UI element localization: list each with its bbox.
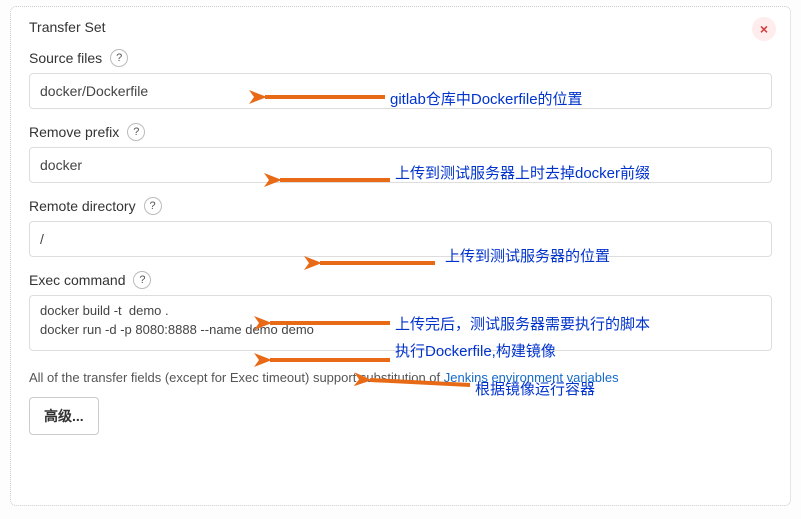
remove-prefix-label: Remove prefix (29, 124, 119, 140)
help-icon[interactable]: ? (127, 123, 145, 141)
field-exec-command: Exec command ? (29, 271, 772, 354)
footnote: All of the transfer fields (except for E… (29, 370, 772, 385)
advanced-button[interactable]: 高级... (29, 397, 99, 435)
exec-command-label: Exec command (29, 272, 125, 288)
close-icon: × (760, 21, 768, 37)
transfer-set-panel: × Transfer Set Source files ? Remove pre… (10, 6, 791, 506)
field-remote-directory: Remote directory ? (29, 197, 772, 257)
exec-command-input[interactable] (29, 295, 772, 351)
footnote-text: All of the transfer fields (except for E… (29, 370, 444, 385)
panel-title: Transfer Set (29, 19, 772, 35)
source-files-input[interactable] (29, 73, 772, 109)
field-source-files: Source files ? (29, 49, 772, 109)
source-files-label: Source files (29, 50, 102, 66)
close-button[interactable]: × (752, 17, 776, 41)
remote-directory-input[interactable] (29, 221, 772, 257)
help-icon[interactable]: ? (144, 197, 162, 215)
remove-prefix-input[interactable] (29, 147, 772, 183)
field-remove-prefix: Remove prefix ? (29, 123, 772, 183)
footnote-link[interactable]: Jenkins environment variables (444, 370, 619, 385)
help-icon[interactable]: ? (133, 271, 151, 289)
help-icon[interactable]: ? (110, 49, 128, 67)
remote-directory-label: Remote directory (29, 198, 136, 214)
